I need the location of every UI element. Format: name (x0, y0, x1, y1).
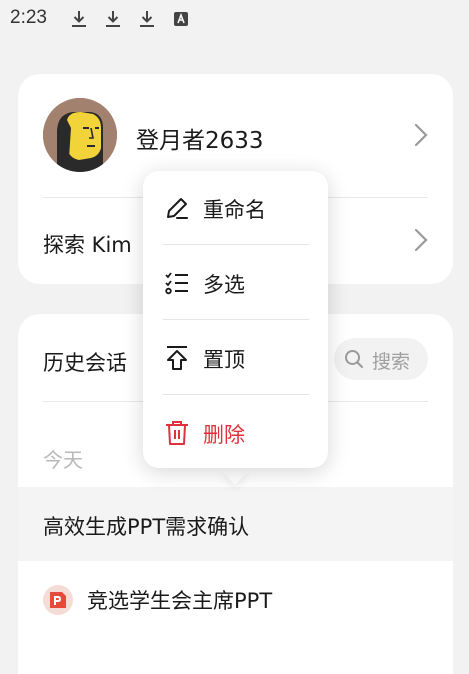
explore-kim-label[interactable]: 探索 Kim (43, 229, 132, 259)
username[interactable]: 登月者2633 (136, 121, 264, 155)
context-menu: 重命名 多选 置顶 删除 (143, 171, 328, 468)
chevron-right-icon[interactable] (411, 227, 431, 253)
conversation-item[interactable]: 竞选学生会主席PPT (18, 561, 453, 635)
status-bar: 2:23 (0, 0, 469, 40)
history-title: 历史会话 (43, 351, 127, 375)
checklist-icon (165, 272, 188, 295)
menu-divider (163, 244, 309, 245)
menu-divider (163, 319, 309, 320)
download-icon (106, 11, 120, 27)
font-a-icon (174, 12, 188, 26)
pencil-icon (167, 198, 188, 219)
conversation-title: 竞选学生会主席PPT (87, 589, 273, 613)
trash-icon (166, 421, 188, 445)
menu-item-label: 多选 (203, 273, 245, 297)
status-time: 2:23 (10, 7, 47, 28)
search-placeholder: 搜索 (372, 351, 411, 373)
avatar[interactable] (43, 98, 117, 172)
download-icon (72, 11, 86, 27)
chevron-right-icon[interactable] (411, 122, 431, 148)
section-label-today: 今天 (43, 448, 83, 472)
pin-top-icon (167, 346, 187, 370)
ppt-icon (43, 585, 73, 615)
menu-item-pin-top[interactable]: 置顶 (143, 321, 328, 395)
search-icon (345, 350, 363, 368)
avatar-illustration (43, 98, 117, 172)
menu-divider (163, 394, 309, 395)
menu-item-label: 置顶 (203, 348, 245, 372)
download-icon (140, 11, 154, 27)
menu-item-rename[interactable]: 重命名 (143, 171, 328, 245)
conversation-item[interactable]: 高效生成PPT需求确认 (18, 487, 453, 561)
menu-item-label: 删除 (203, 423, 245, 447)
menu-item-delete[interactable]: 删除 (143, 396, 328, 470)
conversation-title: 高效生成PPT需求确认 (43, 515, 250, 539)
menu-item-multiselect[interactable]: 多选 (143, 246, 328, 320)
menu-item-label: 重命名 (203, 198, 266, 222)
search-button[interactable]: 搜索 (334, 338, 428, 380)
